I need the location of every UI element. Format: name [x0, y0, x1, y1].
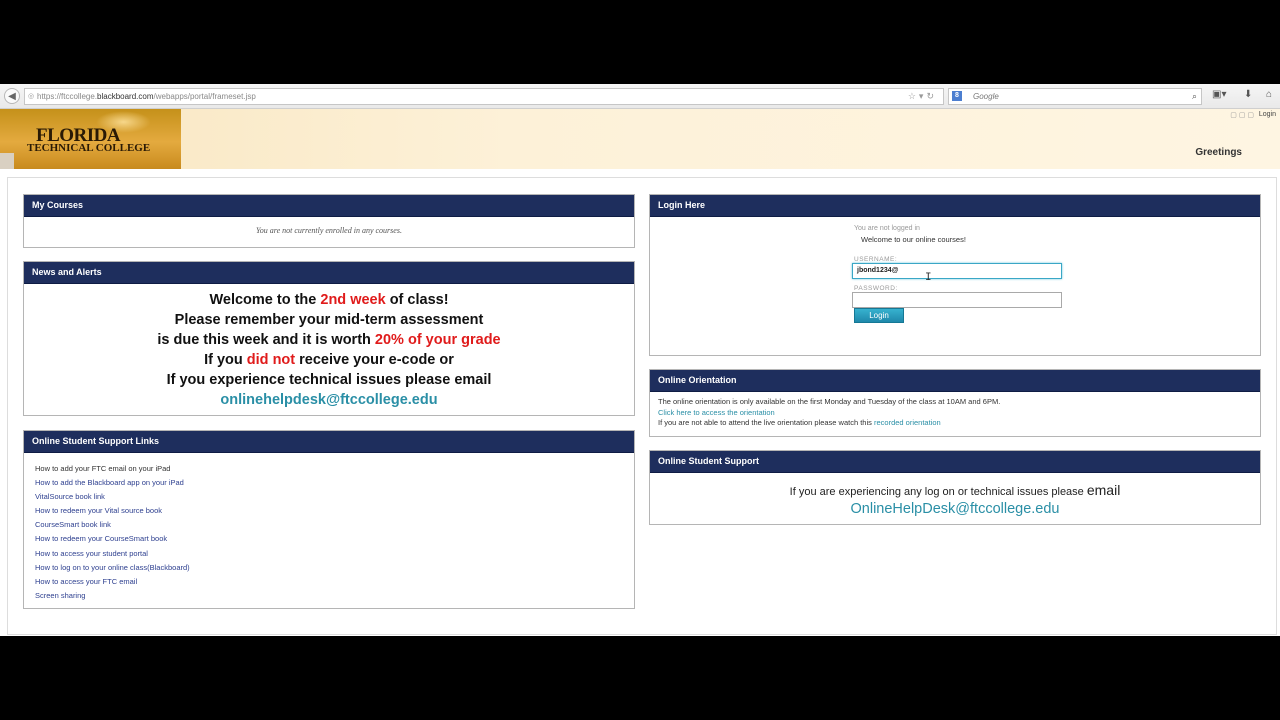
screenshot-icon[interactable]: ▣▾ — [1212, 89, 1226, 100]
support-link[interactable]: How to add the Blackboard app on your iP… — [35, 476, 634, 490]
login-button[interactable]: Login — [854, 308, 904, 323]
support-link[interactable]: VitalSource book link — [35, 490, 634, 504]
support-email-link[interactable]: OnlineHelpDesk@ftccollege.edu — [650, 501, 1260, 517]
back-button[interactable]: ◀ — [4, 88, 20, 104]
panel-title: My Courses — [24, 195, 634, 217]
support-link[interactable]: How to log on to your online class(Black… — [35, 561, 634, 575]
panel-title: Login Here — [650, 195, 1260, 217]
login-form: You are not logged in Welcome to our onl… — [852, 225, 1074, 323]
text-cursor-icon: I — [925, 272, 932, 284]
bookmark-star-icon[interactable]: ☆ — [908, 91, 919, 101]
globe-icon: ◎ — [28, 93, 35, 100]
orientation-panel: Online Orientation The online orientatio… — [649, 369, 1261, 437]
search-placeholder: Google — [973, 92, 999, 101]
url-path: /webapps/portal/frameset.jsp — [153, 92, 256, 101]
support-link[interactable]: How to redeem your CourseSmart book — [35, 532, 634, 546]
news-panel: News and Alerts Welcome to the 2nd week … — [23, 261, 635, 416]
support-link[interactable]: CourseSmart book link — [35, 518, 634, 532]
username-label: USERNAME: — [854, 256, 898, 263]
browser-window: ◀ ◎ https://ftccollege.blackboard.com/we… — [0, 84, 1280, 636]
helpdesk-email-link[interactable]: onlinehelpdesk@ftccollege.edu — [24, 390, 634, 410]
search-engine-icon[interactable]: 8 — [952, 91, 962, 101]
logo-line2: TECHNICAL COLLEGE — [27, 142, 151, 154]
home-icon[interactable]: ⌂ — [1266, 89, 1272, 100]
browser-toolbar: ◀ ◎ https://ftccollege.blackboard.com/we… — [0, 84, 1280, 109]
header-tool-icons[interactable]: ▢ ▢ ▢ — [1230, 111, 1254, 119]
support-link[interactable]: How to access your student portal — [35, 547, 634, 561]
panel-title: Online Student Support — [650, 451, 1260, 473]
password-label: PASSWORD: — [854, 285, 898, 292]
search-icon[interactable]: ⌕ — [1192, 89, 1197, 104]
login-welcome: Welcome to our online courses! — [861, 235, 966, 244]
password-input[interactable] — [852, 292, 1062, 308]
college-logo: FLORIDA TECHNICAL COLLEGE — [0, 109, 181, 169]
panel-title: News and Alerts — [24, 262, 634, 284]
support-link[interactable]: How to add your FTC email on your iPad — [35, 462, 634, 476]
news-content: Welcome to the 2nd week of class! Please… — [24, 284, 634, 410]
login-status: You are not logged in — [854, 225, 920, 232]
download-icon[interactable]: ⬇ — [1244, 89, 1252, 100]
username-input[interactable]: jbond1234@ — [852, 263, 1062, 279]
site-header: FLORIDA TECHNICAL COLLEGE ▢ ▢ ▢ Login Gr… — [0, 109, 1280, 169]
orientation-link[interactable]: Click here to access the orientation — [658, 408, 1260, 419]
orientation-content: The online orientation is only available… — [650, 392, 1260, 429]
support-content: If you are experiencing any log on or te… — [650, 473, 1260, 517]
support-links-list: How to add your FTC email on your iPad H… — [24, 453, 634, 603]
my-courses-panel: My Courses You are not currently enrolle… — [23, 194, 635, 248]
url-host: blackboard.com — [97, 92, 154, 101]
login-panel: Login Here You are not logged in Welcome… — [649, 194, 1261, 356]
support-links-panel: Online Student Support Links How to add … — [23, 430, 635, 609]
panel-title: Online Student Support Links — [24, 431, 634, 453]
header-login-link[interactable]: Login — [1259, 111, 1276, 118]
portal-content: My Courses You are not currently enrolle… — [7, 177, 1277, 635]
reload-icon[interactable]: ↻ — [926, 91, 937, 101]
support-link[interactable]: Screen sharing — [35, 589, 634, 603]
greetings-label: Greetings — [1195, 147, 1242, 158]
recorded-orientation-link[interactable]: recorded orientation — [874, 418, 941, 427]
courses-note: You are not currently enrolled in any co… — [256, 226, 402, 235]
support-link[interactable]: How to redeem your Vital source book — [35, 504, 634, 518]
panel-title: Online Orientation — [650, 370, 1260, 392]
student-support-panel: Online Student Support If you are experi… — [649, 450, 1261, 525]
search-bar[interactable]: 8 Google ⌕ — [948, 88, 1202, 105]
address-bar[interactable]: ◎ https://ftccollege.blackboard.com/weba… — [24, 88, 944, 105]
support-link[interactable]: How to access your FTC email — [35, 575, 634, 589]
url-prefix: https://ftccollege. — [37, 92, 98, 101]
